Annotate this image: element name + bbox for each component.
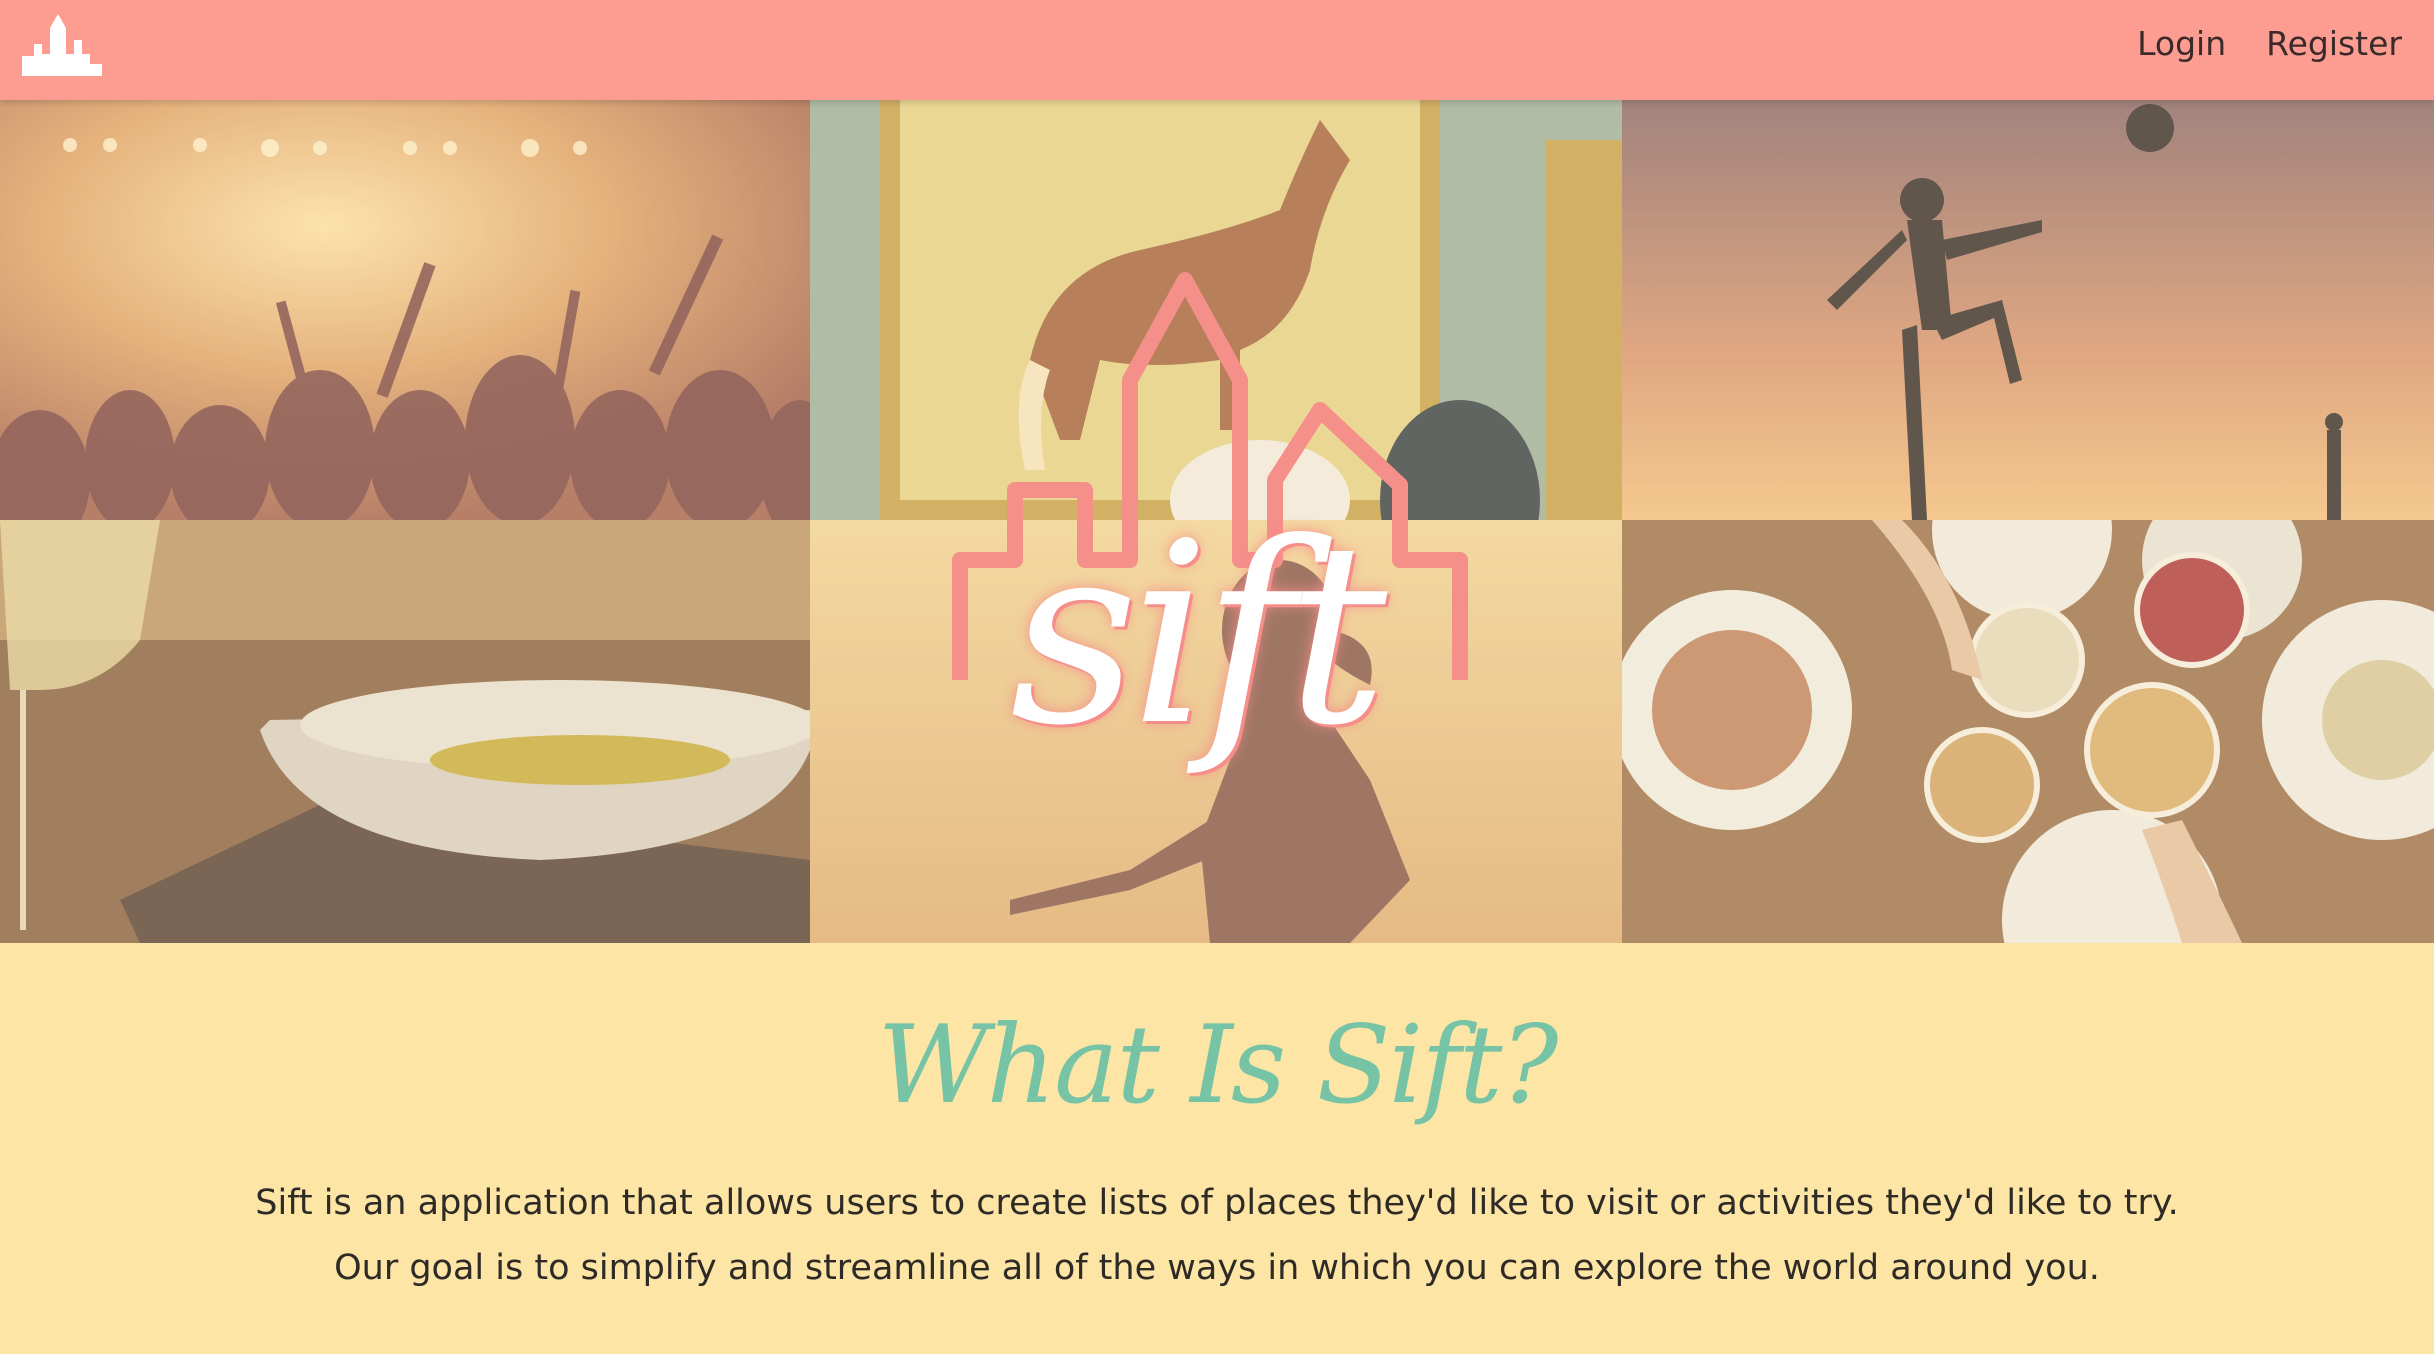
about-description-line1: Sift is an application that allows users… (255, 1183, 2179, 1223)
castle-icon[interactable] (22, 14, 102, 76)
sunset-image (1622, 100, 2434, 520)
about-description-line2: Our goal is to simplify and streamline a… (334, 1248, 2100, 1288)
about-title: What Is Sift? (877, 1003, 1559, 1128)
hero-banner: sift (0, 100, 2434, 943)
restaurant-image (0, 520, 810, 943)
login-link[interactable]: Login (2137, 24, 2226, 63)
nav-links: Login Register (2137, 24, 2402, 63)
about-section: What Is Sift? Sift is an application tha… (0, 943, 2434, 1354)
top-navbar: Login Register (0, 0, 2434, 100)
hero-logo-text: sift (1010, 489, 1387, 780)
register-link[interactable]: Register (2266, 24, 2402, 63)
toast-image (1622, 520, 2434, 943)
concert-image (0, 100, 810, 520)
